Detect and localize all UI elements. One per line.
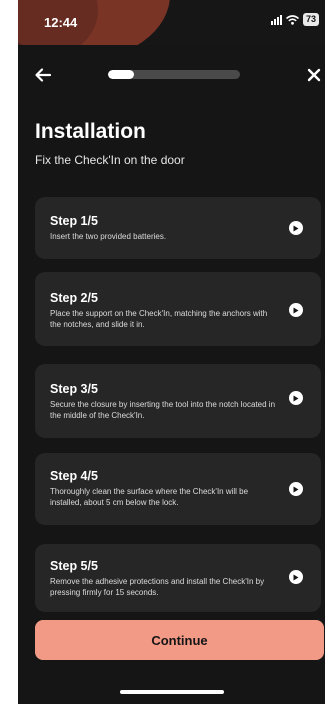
play-icon	[293, 574, 299, 580]
status-time: 12:44	[44, 15, 78, 30]
play-icon	[293, 307, 299, 313]
wifi-icon	[285, 14, 299, 25]
signal-icon	[270, 14, 282, 25]
step-card-1[interactable]: Step 1/5 Insert the two provided batteri…	[35, 197, 321, 259]
arrow-left-icon	[35, 68, 52, 82]
play-button[interactable]	[289, 221, 303, 235]
step-title: Step 5/5	[50, 559, 98, 573]
play-icon	[293, 225, 299, 231]
step-card-2[interactable]: Step 2/5 Place the support on the Check'…	[35, 272, 321, 346]
play-icon	[293, 486, 299, 492]
status-bar: 12:44 73	[18, 0, 325, 45]
home-indicator	[120, 690, 224, 694]
step-description: Place the support on the Check'In, match…	[50, 309, 268, 329]
progress-fill	[108, 70, 135, 79]
play-button[interactable]	[289, 303, 303, 317]
step-card-3[interactable]: Step 3/5 Secure the closure by inserting…	[35, 364, 321, 438]
close-button[interactable]	[303, 64, 325, 86]
step-title: Step 4/5	[50, 469, 98, 483]
page-subtitle: Fix the Check'In on the door	[35, 153, 185, 167]
step-description: Thoroughly clean the surface where the C…	[50, 487, 249, 507]
progress-bar	[108, 70, 240, 79]
back-button[interactable]	[32, 64, 54, 86]
play-button[interactable]	[289, 482, 303, 496]
step-title: Step 2/5	[50, 291, 98, 305]
continue-button[interactable]: Continue	[35, 620, 324, 660]
status-icons: 73	[270, 13, 319, 26]
play-button[interactable]	[289, 570, 303, 584]
step-title: Step 3/5	[50, 382, 98, 396]
battery-icon: 73	[302, 13, 319, 26]
step-title: Step 1/5	[50, 214, 98, 228]
play-icon	[293, 395, 299, 401]
step-description: Secure the closure by inserting the tool…	[50, 400, 276, 420]
step-card-5[interactable]: Step 5/5 Remove the adhesive protections…	[35, 544, 321, 612]
step-description: Insert the two provided batteries.	[50, 232, 167, 241]
close-icon	[307, 68, 321, 82]
step-description: Remove the adhesive protections and inst…	[50, 577, 265, 597]
play-button[interactable]	[289, 391, 303, 405]
app-screen: 12:44 73 Installation Fix the Check'In o…	[18, 0, 325, 704]
page-title: Installation	[35, 120, 146, 143]
step-card-4[interactable]: Step 4/5 Thoroughly clean the surface wh…	[35, 453, 321, 525]
